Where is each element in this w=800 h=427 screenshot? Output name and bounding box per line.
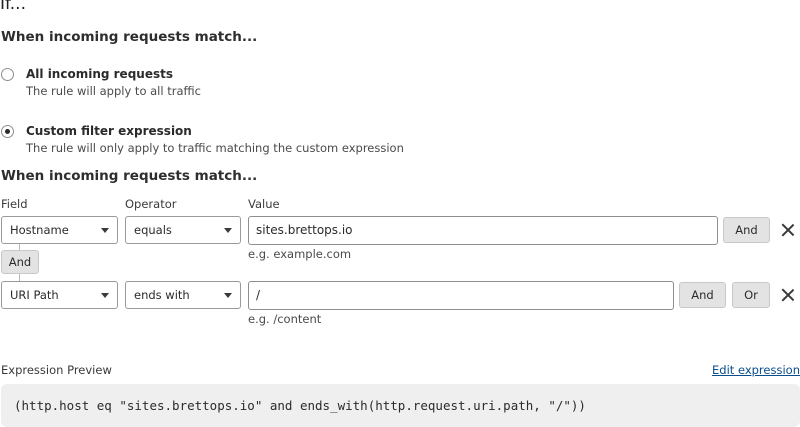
value-input-row-1[interactable]: sites.brettops.io (248, 216, 718, 245)
expression-preview-label: Expression Preview (1, 363, 112, 377)
operator-select-row-2[interactable]: ends with (125, 281, 241, 309)
chevron-down-icon (224, 293, 232, 298)
field-select-row-1[interactable]: Hostname (1, 216, 118, 244)
and-button-row-1[interactable]: And (723, 217, 770, 243)
chevron-down-icon (101, 228, 109, 233)
value-hint-row-2: e.g. /content (248, 312, 322, 326)
column-label-field: Field (1, 197, 28, 211)
option-all-requests-title: All incoming requests (26, 67, 173, 81)
chevron-down-icon (224, 228, 232, 233)
section-heading-builder: When incoming requests match... (1, 168, 258, 184)
edit-expression-link[interactable]: Edit expression (712, 363, 800, 377)
or-button-row-2[interactable]: Or (732, 282, 770, 308)
expression-preview-code: (http.host eq "sites.brettops.io" and en… (1, 384, 800, 427)
chevron-down-icon (101, 293, 109, 298)
field-select-row-2[interactable]: URI Path (1, 281, 118, 309)
and-button-row-2[interactable]: And (679, 282, 726, 308)
field-select-row-2-value: URI Path (10, 288, 59, 302)
remove-row-2-close-icon[interactable] (781, 288, 795, 302)
option-custom-filter-title: Custom filter expression (26, 124, 192, 138)
column-label-operator: Operator (125, 197, 177, 211)
connector-line-bottom (19, 274, 20, 281)
and-connector-button[interactable]: And (1, 250, 39, 274)
page-title: If... (0, 0, 26, 14)
value-hint-row-1: e.g. example.com (248, 247, 352, 261)
remove-row-1-close-icon[interactable] (781, 223, 795, 237)
section-heading-match: When incoming requests match... (1, 29, 258, 45)
radio-custom-filter-expression[interactable] (1, 125, 14, 138)
operator-select-row-1-value: equals (134, 223, 172, 237)
value-input-row-2[interactable]: / (248, 281, 674, 310)
option-custom-filter-description: The rule will only apply to traffic matc… (26, 141, 404, 155)
operator-select-row-2-value: ends with (134, 288, 190, 302)
field-select-row-1-value: Hostname (10, 223, 69, 237)
column-label-value: Value (248, 197, 280, 211)
radio-all-incoming-requests[interactable] (1, 68, 14, 81)
option-all-requests-description: The rule will apply to all traffic (26, 84, 201, 98)
operator-select-row-1[interactable]: equals (125, 216, 241, 244)
